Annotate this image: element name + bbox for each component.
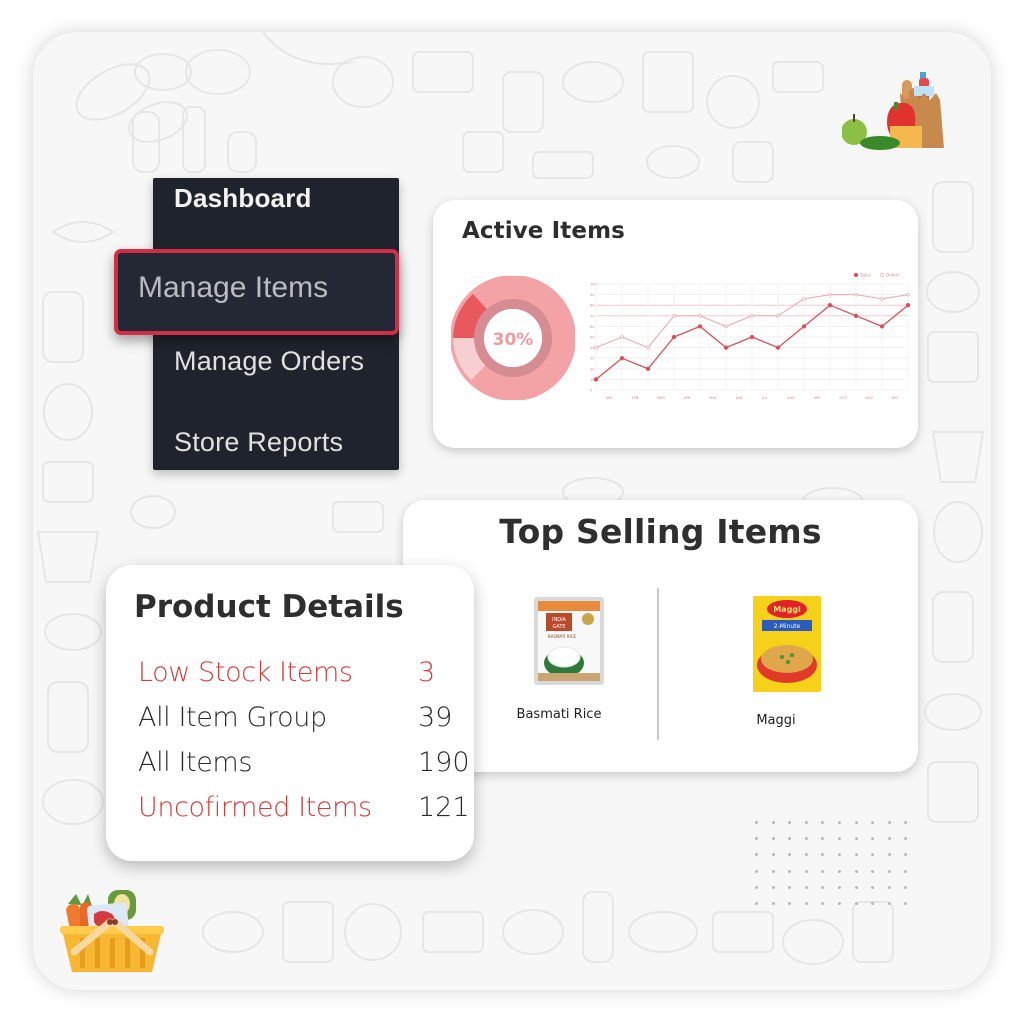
data-point-orders (854, 292, 858, 297)
data-point-orders (620, 335, 624, 339)
active-items-title: Active Items (462, 218, 625, 244)
sidebar-item-store-reports[interactable]: Store Reports (174, 427, 343, 458)
data-point-orders (750, 314, 754, 318)
data-point-sales (645, 366, 651, 371)
maggi-brand-text: Maggi (773, 605, 801, 614)
data-point-sales (879, 324, 885, 329)
data-point-sales (671, 334, 677, 340)
data-point-orders (594, 345, 598, 350)
legend-marker-orders (879, 272, 885, 278)
data-point-sales (905, 303, 911, 308)
y-tick-label: 0 (590, 389, 592, 393)
y-tick-label: 50 (590, 336, 594, 340)
data-point-sales (853, 313, 859, 318)
sidebar-item-manage-orders[interactable]: Manage Orders (174, 346, 364, 377)
x-tick-label: JUN (735, 396, 743, 400)
y-tick-label: 80 (590, 304, 594, 308)
donut-chart: 30% (451, 276, 575, 400)
sidebar-item-label: Manage Items (138, 271, 329, 304)
data-point-orders (698, 314, 702, 318)
detail-value: 121 (418, 792, 470, 823)
x-tick-label: DEC (891, 396, 899, 400)
svg-text:2-Minute: 2-Minute (773, 623, 800, 630)
detail-label: All Item Group (138, 702, 327, 733)
maggi-package-image: Maggi 2-Minute (752, 596, 821, 692)
x-tick-label: MAY (709, 396, 717, 400)
x-tick-label: MAR (657, 396, 665, 400)
data-point-sales (749, 334, 755, 340)
data-point-orders (828, 292, 832, 297)
y-tick-label: 40 (590, 346, 594, 350)
detail-value: 39 (418, 702, 453, 733)
product-divider (657, 588, 659, 740)
svg-text:BASMATI RICE: BASMATI RICE (547, 634, 576, 639)
y-tick-label: 70 (590, 314, 594, 318)
data-point-sales (723, 345, 729, 350)
data-point-sales (593, 377, 599, 382)
sidebar-item-dashboard[interactable]: Dashboard (174, 183, 312, 214)
grocery-bag-icon (842, 72, 944, 150)
y-tick-label: 90 (590, 293, 594, 297)
basmati-rice-package-image: INDIA GATE BASMATI RICE (533, 597, 604, 685)
x-tick-label: JAN (605, 396, 612, 400)
grocery-basket-icon (60, 890, 164, 972)
product-name: Maggi (756, 713, 796, 728)
data-point-orders (802, 297, 806, 301)
legend-label-orders: Orders (886, 273, 899, 278)
detail-label: Low Stock Items (138, 657, 353, 688)
sidebar-item-manage-items[interactable]: Manage Items (114, 249, 399, 335)
y-tick-label: 20 (590, 367, 594, 371)
donut-percent-label: 30% (493, 330, 534, 350)
legend-label-sales: Sales (860, 273, 871, 278)
data-point-orders (672, 314, 676, 318)
data-point-sales (697, 324, 703, 329)
top-selling-title: Top Selling Items (499, 512, 822, 551)
data-point-sales (619, 356, 625, 361)
data-point-sales (775, 345, 781, 350)
data-point-orders (724, 324, 728, 329)
data-point-orders (906, 292, 910, 297)
x-tick-label: AUG (787, 396, 795, 400)
product-details-card: Product Details Low Stock Items 3 All It… (106, 565, 474, 861)
x-tick-label: OCT (839, 396, 847, 400)
active-items-card: Active Items 30% 0 10 20 30 40 50 60 70 80 90 100 J… (433, 200, 918, 448)
y-tick-label: 60 (590, 325, 594, 329)
detail-label: Uncofirmed Items (138, 792, 372, 823)
product-details-title: Product Details (134, 589, 404, 625)
legend-marker-sales (853, 272, 859, 278)
detail-value: 190 (418, 747, 470, 778)
x-tick-label: SEP (814, 396, 821, 400)
top-selling-card: Top Selling Items INDIA GATE BASMATI RIC… (403, 500, 918, 772)
data-point-orders (776, 314, 780, 318)
product-name: Basmati Rice (516, 707, 602, 722)
y-tick-label: 10 (590, 378, 594, 382)
data-point-sales (827, 303, 833, 308)
x-tick-label: FEB (632, 396, 639, 400)
x-tick-label: APR (684, 396, 692, 400)
decorative-dots-grid (755, 821, 908, 905)
data-point-sales (801, 324, 807, 329)
rice-brand-text: INDIA (552, 617, 567, 623)
x-tick-label: NOV (865, 396, 873, 400)
product-maggi[interactable]: Maggi 2-Minute Maggi (720, 595, 832, 728)
line-chart: 0102030405060708090100JAN FEB MAR APR MAY JUN… (590, 272, 911, 400)
data-point-orders (880, 297, 884, 301)
y-tick-label: 30 (590, 357, 594, 361)
product-basmati-rice[interactable]: INDIA GATE BASMATI RICE Basmati Rice (503, 595, 615, 722)
x-tick-label: JUL (761, 396, 768, 400)
data-point-orders (646, 345, 650, 350)
detail-value: 3 (418, 657, 436, 688)
detail-label: All Items (138, 747, 252, 778)
svg-text:GATE: GATE (552, 624, 565, 630)
